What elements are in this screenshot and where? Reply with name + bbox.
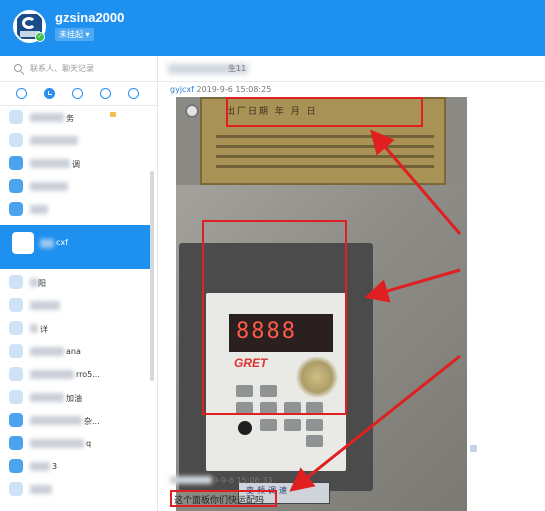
list-item[interactable] (0, 130, 150, 152)
message-text: 这个面板你们快运配吗 (174, 496, 265, 506)
screw (185, 104, 199, 118)
clock-icon[interactable] (44, 88, 55, 99)
list-item[interactable]: 阳 (0, 272, 150, 294)
list-item[interactable]: ana (0, 341, 150, 363)
message-meta: gyjcxf 2019-9-6 15:08:25 (170, 85, 271, 94)
online-check-icon: ✓ (35, 32, 45, 42)
list-item[interactable]: 杂... (0, 410, 150, 432)
contact-name: 杂... (84, 417, 100, 426)
list-item[interactable]: 加油 (0, 387, 150, 409)
avatar (9, 321, 23, 335)
qq-chat-window: ✓ gzsina2000 未挂起 ▾ 联系人、聊天记录 务 调 cxf 阳 详 … (0, 0, 545, 511)
message-sender[interactable]: gyjcxf (170, 85, 194, 94)
avatar (9, 156, 23, 170)
avatar (9, 179, 23, 193)
sidebar-tabs (0, 82, 158, 106)
list-item[interactable]: 详 (0, 318, 150, 340)
list-item[interactable] (0, 295, 150, 317)
list-item[interactable] (0, 199, 150, 221)
contact-name: ana (66, 347, 81, 356)
app-header: ✓ gzsina2000 未挂起 ▾ (0, 0, 545, 56)
chat-title: 生11 (228, 64, 247, 73)
contact-name: 3 (52, 462, 58, 471)
search-bar[interactable]: 联系人、聊天记录 (0, 56, 158, 82)
chat-panel: 生11 gyjcxf 2019-9-6 15:08:25 出厂日期 年 月 日 … (158, 56, 545, 511)
list-item[interactable] (0, 176, 150, 198)
highlight-box-date (226, 97, 423, 127)
contacts-sidebar: 联系人、聊天记录 务 调 cxf 阳 详 ana rro5... 加油 杂...… (0, 56, 158, 511)
avatar (9, 390, 23, 404)
status-dropdown[interactable]: 未挂起 ▾ (55, 28, 94, 41)
avatar (9, 298, 23, 312)
contact-list: 务 调 cxf 阳 详 ana rro5... 加油 杂... q 3 (0, 107, 158, 511)
chat-bubble-icon[interactable] (16, 88, 27, 99)
keypad-key (238, 421, 252, 435)
keypad-key (260, 419, 277, 431)
contact-name: 加油 (66, 394, 82, 403)
contact-name: 务 (66, 114, 74, 123)
search-input[interactable]: 联系人、聊天记录 (30, 63, 94, 74)
keypad-key (306, 419, 323, 431)
sidebar-scrollbar[interactable] (150, 171, 154, 381)
list-item[interactable] (0, 479, 150, 501)
contact-name: 阳 (38, 279, 46, 288)
person-icon[interactable] (72, 88, 83, 99)
group-icon[interactable] (100, 88, 111, 99)
contact-name: 调 (72, 160, 80, 169)
avatar (9, 133, 23, 147)
avatar (9, 202, 23, 216)
username: gzsina2000 (55, 10, 125, 25)
contact-name: q (86, 439, 92, 448)
avatar (9, 436, 23, 450)
avatar (9, 344, 23, 358)
avatar (12, 232, 34, 254)
avatar (9, 459, 23, 473)
message-time: 2019-9-6 15:08:25 (196, 85, 272, 94)
list-item-selected[interactable]: cxf (0, 225, 150, 269)
list-item[interactable]: 3 (0, 456, 150, 478)
list-item[interactable]: rro5... (0, 364, 150, 386)
message-time: 9-9-6 15:08:33 (213, 476, 273, 485)
avatar (9, 367, 23, 381)
avatar (9, 482, 23, 496)
avatar (9, 413, 23, 427)
highlight-box-panel (202, 220, 347, 415)
contact-name: rro5... (76, 370, 100, 379)
avatar (9, 110, 23, 124)
unread-badge (110, 112, 116, 117)
image-expand-icon[interactable] (470, 445, 477, 452)
contact-name: 详 (40, 325, 48, 334)
network-icon[interactable] (128, 88, 139, 99)
avatar (9, 275, 23, 289)
keypad-key (306, 435, 323, 447)
keypad-key (284, 419, 301, 431)
list-item[interactable]: q (0, 433, 150, 455)
list-item[interactable]: 务 (0, 107, 150, 129)
contact-name: cxf (56, 238, 68, 247)
list-item[interactable]: 调 (0, 153, 150, 175)
chat-title-bar: 生11 (158, 56, 545, 82)
search-icon (14, 64, 22, 72)
